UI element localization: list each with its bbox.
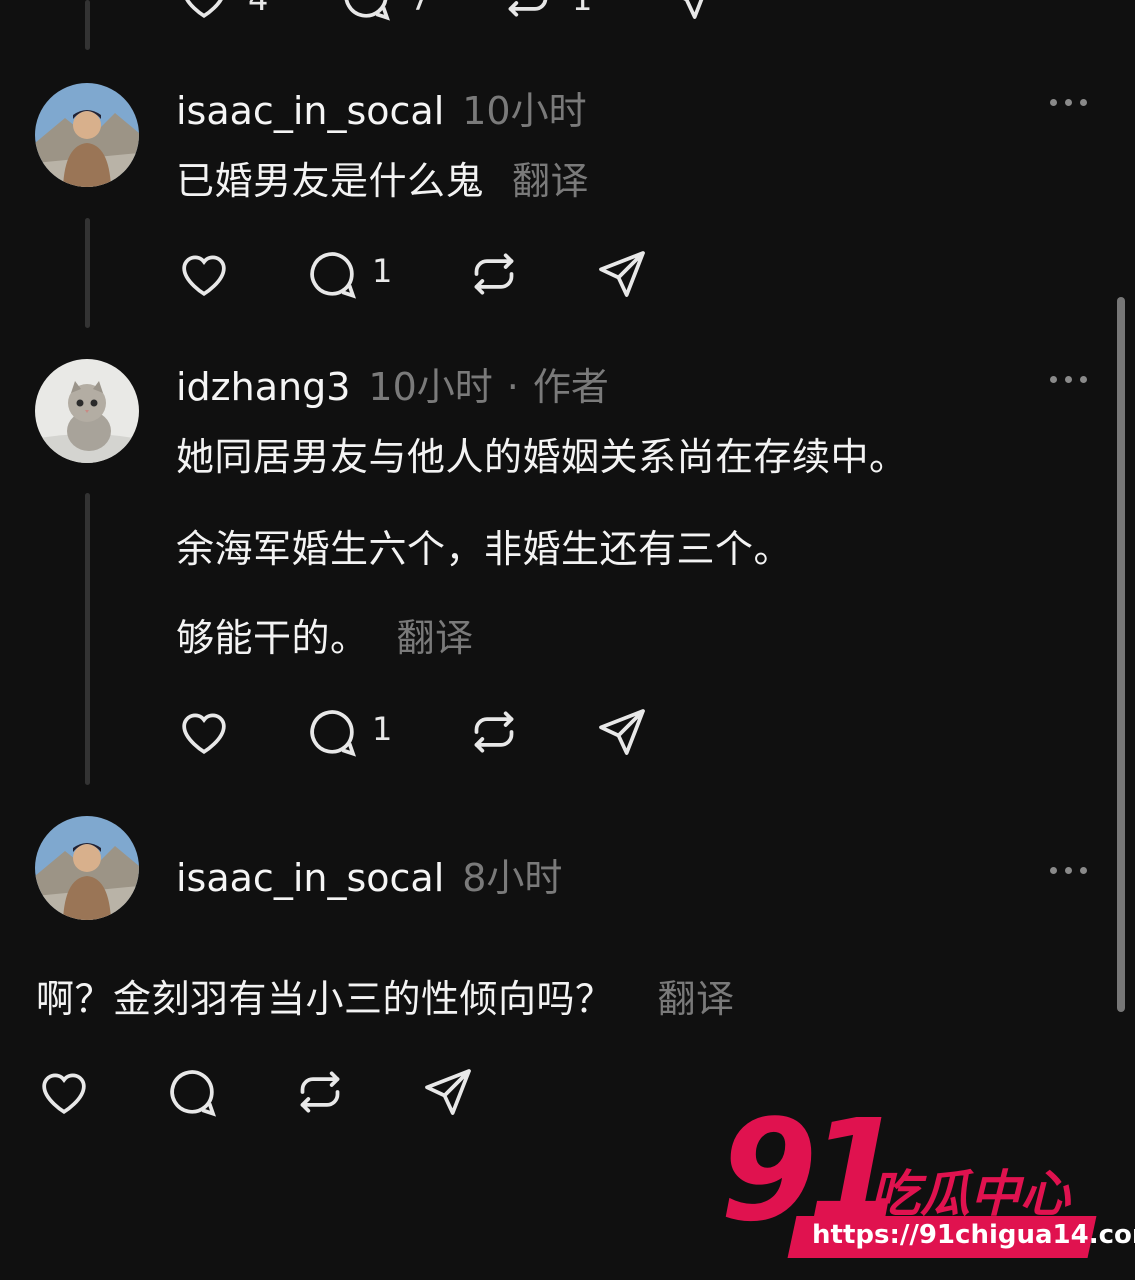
more-dots-icon[interactable] bbox=[1050, 376, 1087, 383]
speech-bubble-icon[interactable] bbox=[164, 1064, 220, 1120]
timestamp: 10小时 bbox=[462, 89, 587, 133]
repost-icon[interactable] bbox=[292, 1064, 348, 1120]
username[interactable]: isaac_in_socal bbox=[176, 856, 444, 900]
like-count: 4 bbox=[248, 0, 268, 18]
repost-icon[interactable] bbox=[500, 0, 556, 24]
avatar[interactable] bbox=[35, 816, 139, 920]
repost-count: 1 bbox=[572, 0, 592, 18]
comment-line: 余海军婚生六个，非婚生还有三个。 bbox=[176, 527, 793, 571]
send-icon[interactable] bbox=[662, 0, 718, 24]
heart-icon[interactable] bbox=[176, 246, 232, 302]
speech-bubble-icon[interactable] bbox=[338, 0, 394, 24]
more-dots-icon[interactable] bbox=[1050, 99, 1087, 106]
reply-count: 1 bbox=[372, 710, 393, 748]
avatar[interactable] bbox=[35, 83, 139, 187]
thread-line bbox=[85, 218, 90, 328]
username[interactable]: isaac_in_socal bbox=[176, 89, 444, 133]
send-icon[interactable] bbox=[594, 246, 650, 302]
repost-icon[interactable] bbox=[466, 704, 522, 760]
watermark: 91 吃瓜中心 https://91chigua14.com bbox=[720, 1102, 1135, 1258]
comment-text: 啊？金刻羽有当小三的性倾向吗？ 翻译 bbox=[36, 968, 735, 1023]
heart-icon[interactable] bbox=[176, 704, 232, 760]
translate-link[interactable]: 翻译 bbox=[397, 616, 474, 660]
timestamp: 8小时 bbox=[462, 856, 563, 900]
comment-header: idzhang3 10小时 · 作者 bbox=[176, 356, 609, 411]
heart-icon[interactable] bbox=[36, 1064, 92, 1120]
comment-line: 她同居男友与他人的婚姻关系尚在存续中。 bbox=[176, 435, 908, 479]
translate-link[interactable]: 翻译 bbox=[658, 977, 735, 1021]
thread-line bbox=[85, 0, 90, 50]
watermark-url: https://91chigua14.com bbox=[812, 1220, 1135, 1250]
thread-line bbox=[85, 493, 90, 785]
reply-count: 1 bbox=[372, 252, 393, 290]
comment-line: 已婚男友是什么鬼 bbox=[176, 159, 485, 203]
timestamp: 10小时 bbox=[368, 365, 493, 409]
comment-line: 够能干的。 bbox=[176, 616, 369, 660]
comment-line: 啊？金刻羽有当小三的性倾向吗？ bbox=[36, 977, 614, 1021]
avatar[interactable] bbox=[35, 359, 139, 463]
repost-icon[interactable] bbox=[466, 246, 522, 302]
threads-comment-page: 4 7 1 isaac_in_socal 10小时 已婚男友是什么鬼翻译 1 bbox=[0, 0, 1135, 1280]
send-icon[interactable] bbox=[420, 1064, 476, 1120]
speech-bubble-icon[interactable] bbox=[304, 246, 360, 302]
scrollbar[interactable] bbox=[1117, 297, 1125, 1012]
comment-header: isaac_in_socal 10小时 bbox=[176, 80, 587, 135]
comment-text: 已婚男友是什么鬼 翻译 bbox=[176, 150, 589, 205]
speech-bubble-icon[interactable] bbox=[304, 704, 360, 760]
heart-icon[interactable] bbox=[176, 0, 232, 24]
username[interactable]: idzhang3 bbox=[176, 365, 350, 409]
separator: · bbox=[506, 365, 519, 409]
author-badge: 作者 bbox=[532, 365, 609, 409]
send-icon[interactable] bbox=[594, 704, 650, 760]
comment-text: 够能干的。 翻译 bbox=[176, 607, 474, 662]
translate-link[interactable]: 翻译 bbox=[512, 159, 589, 203]
comment-header: isaac_in_socal 8小时 bbox=[176, 847, 562, 902]
more-dots-icon[interactable] bbox=[1050, 867, 1087, 874]
reply-count: 7 bbox=[410, 0, 430, 18]
